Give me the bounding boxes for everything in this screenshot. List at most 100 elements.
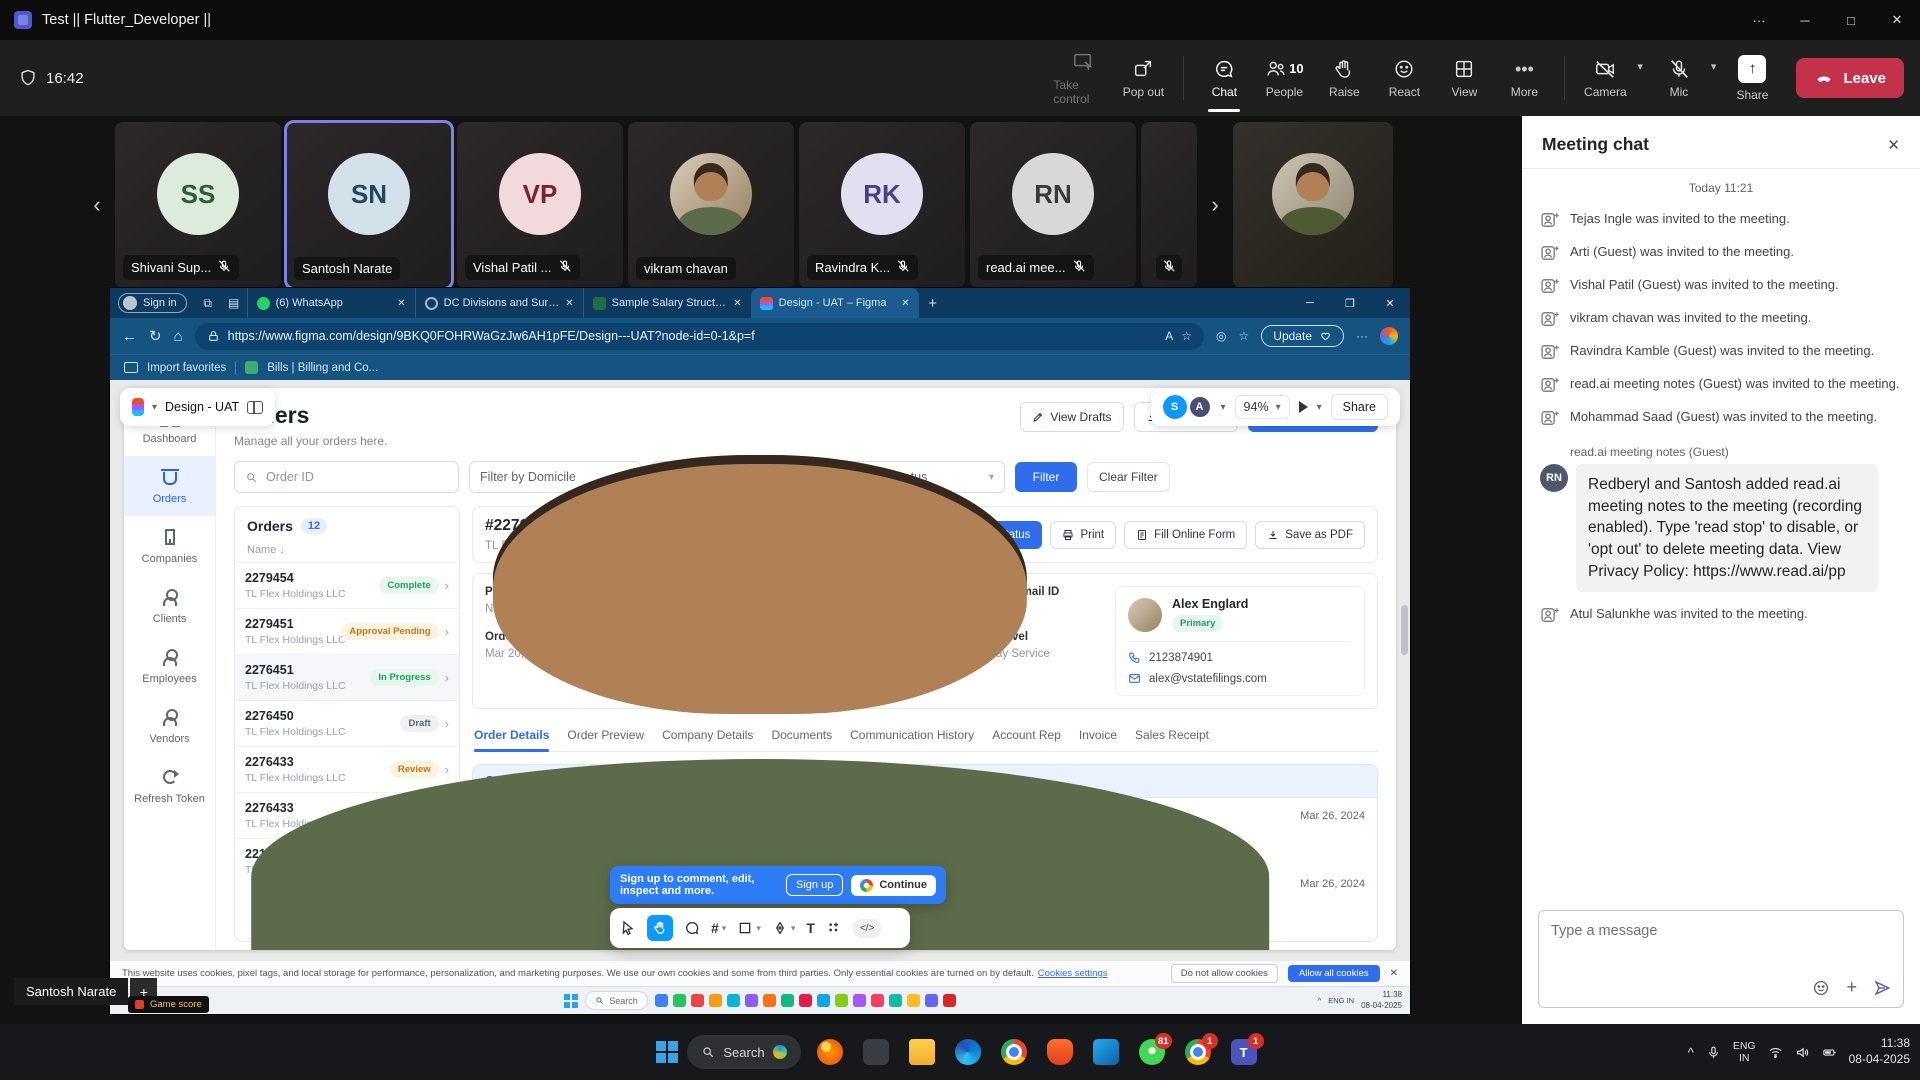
- shared-app-icon[interactable]: [871, 994, 884, 1007]
- detail-tab[interactable]: Company Details: [662, 722, 753, 751]
- shared-app-icon[interactable]: [817, 994, 830, 1007]
- view-button[interactable]: View: [1434, 52, 1494, 105]
- cookie-settings-link[interactable]: Cookies settings: [1038, 968, 1108, 979]
- tab-close-icon[interactable]: ✕: [397, 298, 405, 309]
- deny-cookies-button[interactable]: Do not allow cookies: [1171, 964, 1278, 983]
- shared-clock[interactable]: 11:38 08-04-2025: [1361, 990, 1402, 1011]
- chat-message-input[interactable]: Type a message +: [1538, 910, 1904, 1008]
- start-button-icon[interactable]: [656, 1041, 678, 1063]
- detail-tab[interactable]: Account Rep: [992, 722, 1061, 751]
- order-row[interactable]: 2276433 TL Flex Holdings LLC Review ›: [235, 746, 459, 792]
- shared-app-icon[interactable]: [943, 994, 956, 1007]
- update-browser-button[interactable]: Update: [1261, 325, 1344, 347]
- google-continue-button[interactable]: Continue: [851, 875, 936, 896]
- chat-button[interactable]: Chat: [1194, 52, 1254, 105]
- browser-tab[interactable]: DC Divisions and Surroundings ✕: [415, 288, 583, 318]
- extensions-icon[interactable]: ◎: [1216, 329, 1226, 343]
- browser-restore-icon[interactable]: ❐: [1330, 288, 1370, 318]
- cookie-close-icon[interactable]: ✕: [1390, 968, 1398, 979]
- order-row[interactable]: 2279454 TL Flex Holdings LLC Complete ›: [235, 562, 459, 608]
- more-button[interactable]: ••• More: [1494, 52, 1554, 105]
- shared-app-icon[interactable]: [655, 994, 668, 1007]
- browser-menu-icon[interactable]: ···: [1356, 329, 1368, 343]
- detail-tab[interactable]: Documents: [771, 722, 832, 751]
- print-button[interactable]: Print: [1050, 521, 1116, 549]
- collaborator-avatar[interactable]: S: [1163, 395, 1187, 419]
- mic-options-chevron-icon[interactable]: ▾: [1711, 60, 1717, 73]
- name-column-header[interactable]: Name: [247, 544, 285, 556]
- sidebar-item[interactable]: Refresh Token: [124, 756, 215, 816]
- zoom-control[interactable]: 94% ▾: [1235, 395, 1290, 419]
- window-menu-icon[interactable]: ···: [1736, 0, 1782, 40]
- shared-app-icon[interactable]: [691, 994, 704, 1007]
- taskbar-search-box[interactable]: Search: [687, 1035, 800, 1069]
- fill-online-form-button[interactable]: Fill Online Form: [1124, 521, 1247, 549]
- shared-app-icon[interactable]: [727, 994, 740, 1007]
- camera-options-chevron-icon[interactable]: ▾: [1637, 60, 1643, 73]
- read-aloud-icon[interactable]: A: [1165, 329, 1173, 343]
- wifi-icon[interactable]: [1768, 1045, 1783, 1060]
- bookmark-bills-link[interactable]: Bills | Billing and Co...: [267, 362, 378, 374]
- move-tool-icon[interactable]: [620, 920, 636, 936]
- emoji-icon[interactable]: [1812, 979, 1830, 997]
- shared-app-icon[interactable]: [799, 994, 812, 1007]
- home-icon[interactable]: ⌂: [174, 328, 183, 345]
- figma-menu-chevron-icon[interactable]: ▾: [152, 402, 157, 413]
- collaborator-avatar[interactable]: A: [1188, 395, 1212, 419]
- participant-tile[interactable]: SS Shivani Sup...: [115, 122, 281, 288]
- send-icon[interactable]: [1873, 979, 1891, 997]
- taskbar-app-icon[interactable]: [856, 1032, 896, 1072]
- participant-tile[interactable]: SN Santosh Narate: [286, 122, 452, 288]
- shared-start-icon[interactable]: [564, 994, 578, 1008]
- order-row[interactable]: 2276450 TL Flex Holdings LLC Draft ›: [235, 700, 459, 746]
- taskbar-clock[interactable]: 11:38 08-04-2025: [1849, 1036, 1910, 1067]
- chat-close-icon[interactable]: ✕: [1887, 136, 1900, 154]
- save-as-pdf-button[interactable]: Save as PDF: [1255, 521, 1365, 549]
- shared-search-box[interactable]: Search: [585, 991, 648, 1010]
- collaborators-chevron-icon[interactable]: ▾: [1221, 402, 1226, 413]
- address-bar[interactable]: https://www.figma.com/design/9BKQ0FOHRWa…: [195, 323, 1204, 350]
- shared-app-icon[interactable]: [763, 994, 776, 1007]
- clear-filter-button[interactable]: Clear Filter: [1087, 462, 1170, 492]
- react-button[interactable]: React: [1374, 52, 1434, 105]
- shared-app-icon[interactable]: [745, 994, 758, 1007]
- score-widget[interactable]: Game score: [128, 996, 209, 1013]
- volume-icon[interactable]: [1795, 1045, 1810, 1060]
- raise-hand-button[interactable]: Raise: [1314, 52, 1374, 105]
- shared-tray-chevron-icon[interactable]: ^: [1318, 996, 1322, 1005]
- favorite-star-icon[interactable]: ☆: [1181, 329, 1192, 343]
- people-button[interactable]: 10 People: [1254, 52, 1314, 105]
- scroll-right-chevron-icon[interactable]: ›: [1202, 175, 1228, 235]
- figma-logo-icon[interactable]: [132, 398, 144, 416]
- taskbar-app-icon[interactable]: 1: [1178, 1032, 1218, 1072]
- sidebar-item[interactable]: Companies: [124, 516, 215, 576]
- shared-app-icon[interactable]: [853, 994, 866, 1007]
- order-id-search-input[interactable]: Order ID: [234, 461, 459, 493]
- text-tool-icon[interactable]: T: [806, 920, 815, 936]
- tab-close-icon[interactable]: ✕: [565, 298, 573, 309]
- detail-tab[interactable]: Sales Receipt: [1135, 722, 1209, 751]
- taskbar-app-icon[interactable]: [1086, 1032, 1126, 1072]
- copilot-icon[interactable]: [1380, 327, 1398, 345]
- new-tab-icon[interactable]: +: [919, 295, 947, 312]
- contact-phone-row[interactable]: 2123874901: [1128, 651, 1352, 664]
- minimize-icon[interactable]: ─: [1782, 0, 1828, 40]
- shared-app-icon[interactable]: [781, 994, 794, 1007]
- order-row[interactable]: 2279451 TL Flex Holdings LLC Approval Pe…: [235, 608, 459, 654]
- sidebar-item[interactable]: Vendors: [124, 696, 215, 756]
- comment-tool-icon[interactable]: [684, 920, 700, 936]
- camera-button[interactable]: Camera: [1575, 52, 1635, 105]
- tray-chevron-icon[interactable]: ^: [1688, 1045, 1694, 1060]
- taskbar-app-icon[interactable]: [1040, 1032, 1080, 1072]
- detail-tab[interactable]: Communication History: [850, 722, 974, 751]
- taskbar-app-icon[interactable]: [994, 1032, 1034, 1072]
- figma-share-button[interactable]: Share: [1331, 394, 1388, 420]
- shared-language-indicator[interactable]: ENG IN: [1328, 996, 1354, 1005]
- refresh-icon[interactable]: ↻: [149, 327, 162, 345]
- tab-close-icon[interactable]: ✕: [733, 298, 741, 309]
- dev-mode-toggle[interactable]: </>: [853, 919, 881, 938]
- detail-tab[interactable]: Order Details: [474, 722, 549, 751]
- participant-tile[interactable]: vikram chavan: [628, 122, 794, 288]
- pen-tool-icon[interactable]: ▾: [772, 920, 796, 936]
- shape-tool-icon[interactable]: ▾: [737, 920, 761, 936]
